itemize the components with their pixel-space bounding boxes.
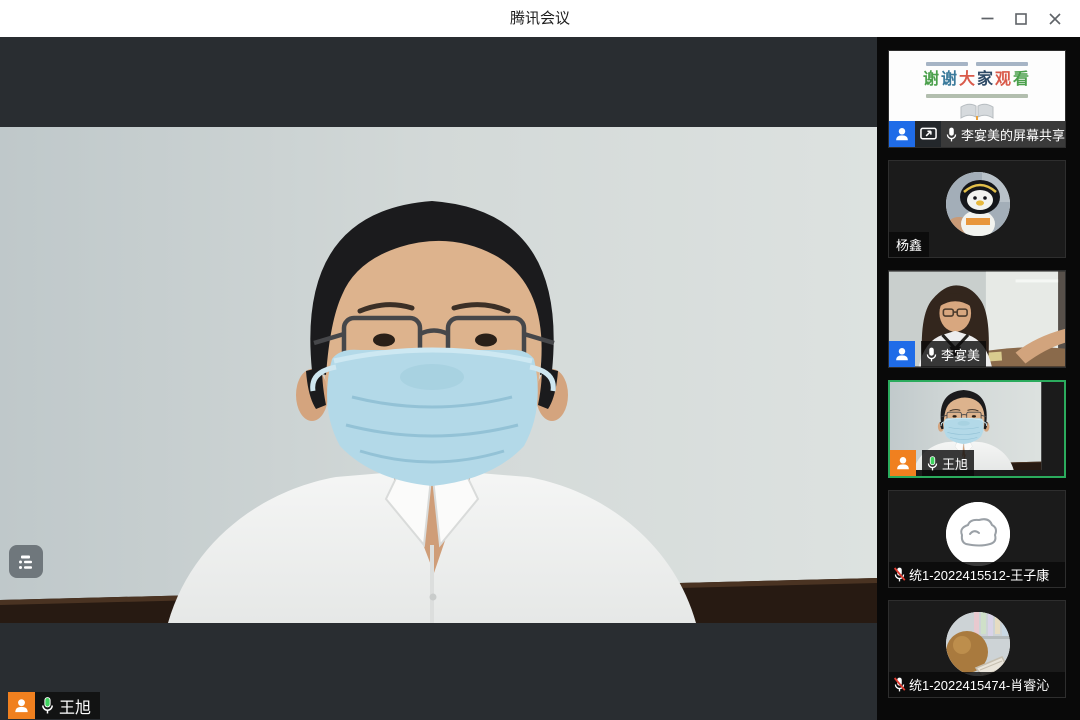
penguin-avatar-image: [946, 172, 1010, 236]
thumbnail-xiaoruiqin[interactable]: 统1-2022415474-肖睿沁: [888, 600, 1066, 698]
screen-share-icon-box: [915, 121, 941, 147]
participant-panel-toggle[interactable]: [9, 545, 43, 578]
thumbnail-yangxin[interactable]: 杨鑫: [888, 160, 1066, 258]
stage-video-frame: [0, 127, 877, 623]
screen-share-icon: [919, 126, 938, 143]
stage-video-wangxu[interactable]: [0, 127, 877, 623]
maximize-button[interactable]: [1004, 0, 1038, 37]
stage-speaker-label: 王旭: [8, 692, 100, 719]
label-row: 李宴美: [889, 341, 1065, 367]
sketch-avatar-image: [946, 502, 1010, 566]
close-icon: [1049, 13, 1061, 25]
participant-label: 李宴美的屏幕共享: [941, 121, 1066, 147]
participants-sidebar: 谢谢大家观看 李宴美的屏幕共享: [877, 37, 1080, 720]
avatar-wangzikang: [946, 502, 1010, 566]
open-book-icon: [959, 101, 995, 121]
member-badge-orange: [8, 692, 35, 719]
person-icon: [893, 345, 911, 363]
slide-small-text-bars: [926, 62, 1028, 66]
avatar-yangxin: [946, 172, 1010, 236]
speaker-name-box: 王旭: [35, 692, 100, 719]
label-row: 王旭: [890, 450, 1064, 476]
close-button[interactable]: [1038, 0, 1072, 37]
mic-on-icon: [945, 126, 958, 143]
participant-label: 统1-2022415474-肖睿沁: [889, 672, 1065, 697]
participant-name: 杨鑫: [896, 235, 922, 254]
mic-speaking-icon: [40, 696, 55, 715]
thumbnail-wangzikang[interactable]: 统1-2022415512-王子康: [888, 490, 1066, 588]
person-icon: [894, 454, 912, 472]
member-badge-orange: [890, 450, 916, 476]
mic-muted-icon: [893, 676, 906, 693]
slide-title: 谢谢大家观看: [923, 71, 1031, 89]
participant-label: 王旭: [922, 450, 974, 476]
participant-name: 统1-2022415474-肖睿沁: [909, 675, 1049, 694]
speaker-name: 王旭: [59, 694, 91, 718]
participant-label: 李宴美: [921, 341, 986, 367]
minimize-button[interactable]: [970, 0, 1004, 37]
minimize-icon: [981, 12, 994, 25]
window-title: 腾讯会议: [0, 0, 1080, 37]
list-icon: [15, 551, 37, 573]
thumbnail-liyanmei[interactable]: 李宴美: [888, 270, 1066, 368]
person-icon: [893, 125, 911, 143]
mic-muted-icon: [893, 566, 906, 583]
participant-name: 王旭: [942, 454, 968, 473]
dog-avatar-image: [946, 612, 1010, 676]
titlebar: 腾讯会议: [0, 0, 1080, 37]
participant-label: 统1-2022415512-王子康: [889, 562, 1065, 587]
mic-on-icon: [925, 346, 938, 363]
participant-name: 李宴美的屏幕共享: [961, 125, 1065, 144]
thumbnail-screen-share[interactable]: 谢谢大家观看 李宴美的屏幕共享: [888, 50, 1066, 148]
avatar-xiaoruiqin: [946, 612, 1010, 676]
window-controls: [970, 0, 1072, 37]
tencent-meeting-window: 腾讯会议 王旭: [0, 0, 1080, 720]
member-badge-blue: [889, 121, 915, 147]
participant-name: 统1-2022415512-王子康: [909, 565, 1049, 584]
participant-name: 李宴美: [941, 345, 980, 364]
member-badge-blue: [889, 341, 915, 367]
person-icon: [12, 696, 31, 715]
maximize-icon: [1015, 13, 1027, 25]
thumbnail-wangxu-active[interactable]: 王旭: [888, 380, 1066, 478]
slide-subtext-bar: [926, 94, 1028, 98]
mic-speaking-icon: [926, 455, 939, 472]
main-stage: 王旭: [0, 37, 877, 720]
screen-share-label-row: 李宴美的屏幕共享: [889, 121, 1065, 147]
participant-label: 杨鑫: [889, 232, 929, 257]
